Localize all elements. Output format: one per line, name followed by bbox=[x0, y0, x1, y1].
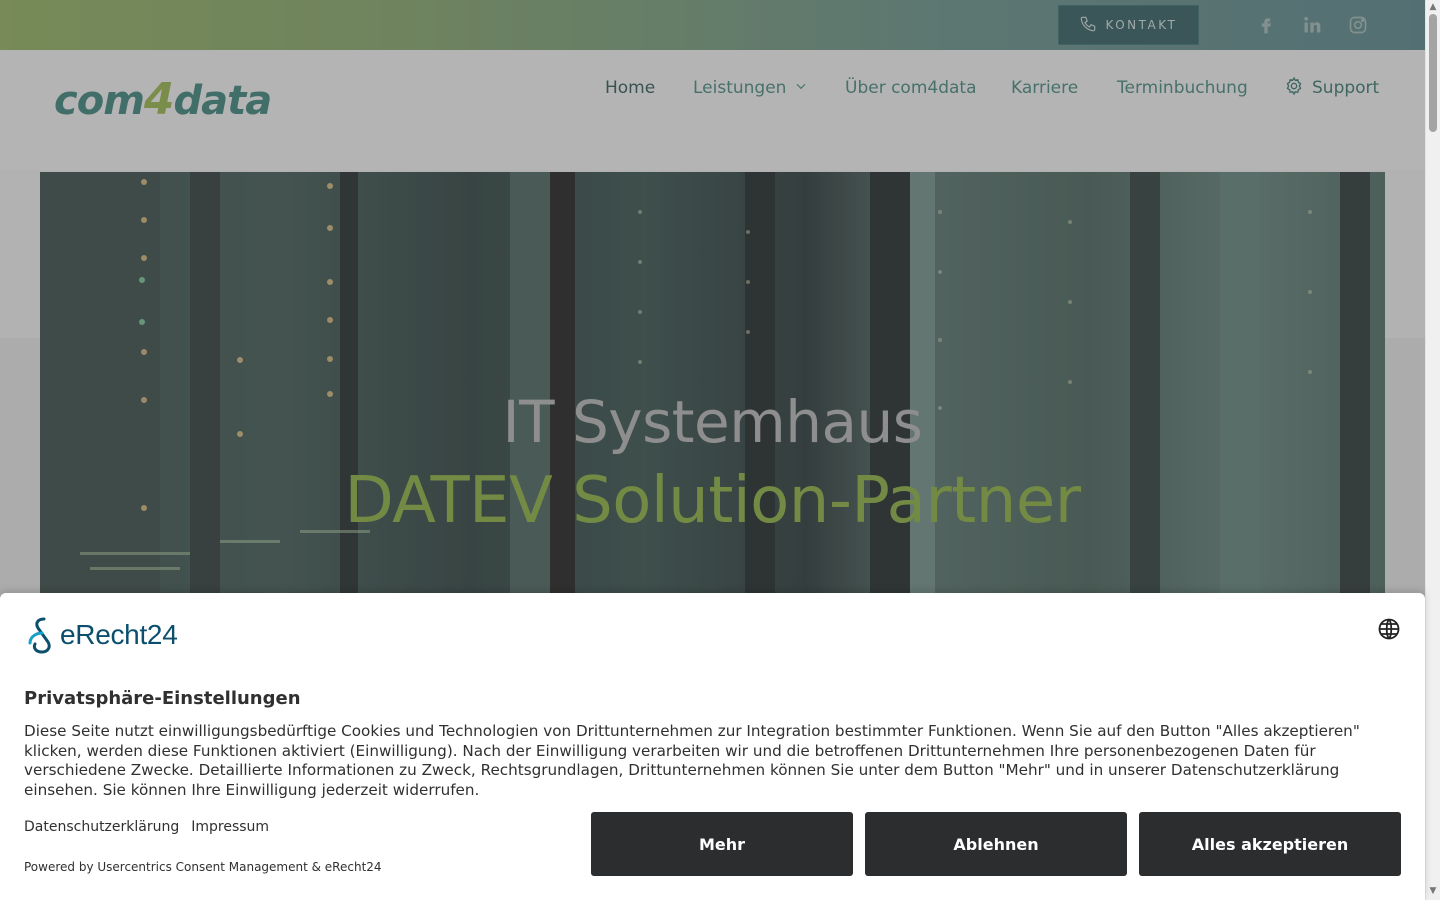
scrollbar[interactable]: ▲ ▼ bbox=[1425, 0, 1440, 900]
consent-links: Datenschutzerklärung Impressum bbox=[24, 819, 269, 835]
consent-description: Diese Seite nutzt einwilligungsbedürftig… bbox=[24, 722, 1360, 800]
more-button[interactable]: Mehr bbox=[591, 812, 853, 876]
erecht24-logo: eRecht24 bbox=[24, 615, 178, 655]
language-globe-icon[interactable] bbox=[1377, 617, 1401, 641]
scroll-down-icon[interactable]: ▼ bbox=[1428, 886, 1438, 896]
consent-title: Privatsphäre-Einstellungen bbox=[24, 688, 301, 709]
powered-by-text: Powered by Usercentrics Consent Manageme… bbox=[24, 860, 382, 874]
imprint-link[interactable]: Impressum bbox=[191, 819, 269, 835]
privacy-policy-link[interactable]: Datenschutzerklärung bbox=[24, 819, 179, 835]
cookie-consent-banner: eRecht24 Privatsphäre-Einstellungen Dies… bbox=[0, 593, 1425, 900]
scrollbar-thumb[interactable] bbox=[1429, 14, 1437, 132]
accept-all-button[interactable]: Alles akzeptieren bbox=[1139, 812, 1401, 876]
scroll-up-icon[interactable]: ▲ bbox=[1428, 2, 1438, 12]
erecht24-symbol-icon bbox=[28, 617, 51, 654]
decline-button[interactable]: Ablehnen bbox=[865, 812, 1127, 876]
